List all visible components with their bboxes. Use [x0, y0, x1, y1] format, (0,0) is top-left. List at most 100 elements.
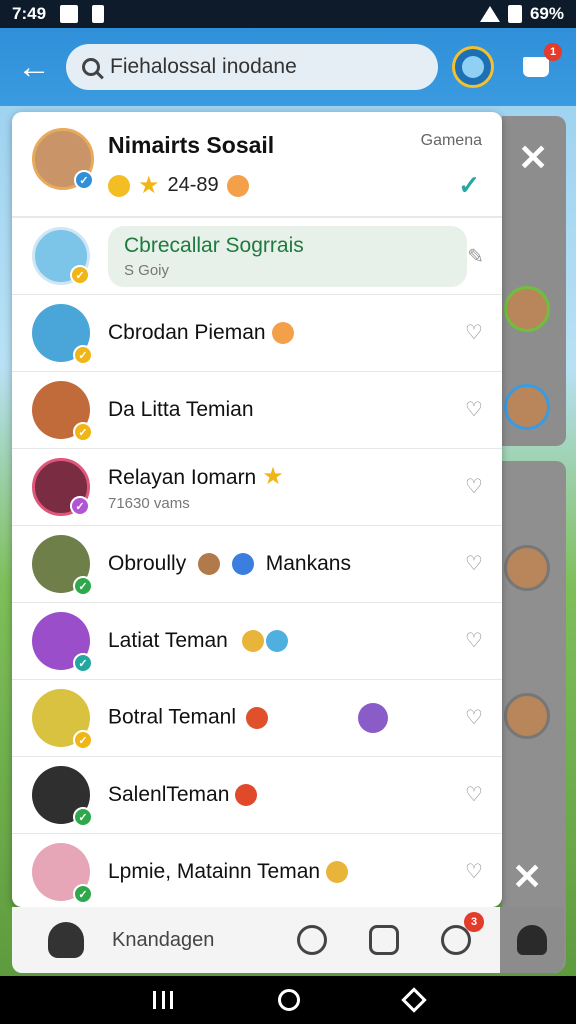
emoji-icon — [241, 630, 264, 653]
highlighted-entry[interactable]: Cbrecallar Sogrrais S Goiy — [108, 225, 468, 287]
friend-name: Relayan Iomarn ★ — [108, 463, 284, 490]
list-item[interactable]: ✓ Botral Temanl ♡ — [12, 680, 502, 757]
avatar[interactable]: ✓ — [32, 304, 93, 365]
recents-icon[interactable] — [152, 991, 173, 1009]
friend-name: Botral Temanl — [108, 703, 464, 733]
app-bar: ← 1 — [0, 28, 576, 106]
emoji-icon — [358, 703, 389, 733]
close-icon[interactable]: ✕ — [512, 859, 542, 895]
search-bar[interactable] — [66, 44, 438, 90]
home-icon[interactable] — [38, 912, 94, 968]
avatar[interactable]: ✓ — [32, 535, 93, 596]
search-input[interactable] — [110, 55, 410, 79]
friends-card: ✓ Nimairts Sosail ★ 24-89 Gamena ✓ ✓ Cbr… — [12, 112, 502, 907]
star-icon: ★ — [262, 463, 284, 490]
emoji-icon — [271, 322, 294, 345]
friend-name: Latiat Teman — [108, 629, 464, 653]
side-panel-bottom: ✕ — [502, 461, 566, 971]
heart-icon[interactable]: ♡ — [464, 631, 484, 651]
games-link[interactable]: Gamena — [421, 132, 482, 150]
list-item[interactable]: ✓ SalenlTeman ♡ — [12, 757, 502, 834]
chat-icon[interactable] — [290, 918, 334, 962]
notification-badge: 3 — [464, 912, 484, 932]
profile-icon[interactable] — [452, 46, 494, 88]
heart-icon[interactable]: ♡ — [464, 708, 484, 728]
friend-name: Da Litta Temian — [108, 398, 254, 421]
stats-value: 24-89 — [167, 174, 219, 196]
page-title: Nimairts Sosail — [108, 132, 275, 158]
notification-icon — [60, 5, 79, 23]
verified-icon: ✓ — [73, 807, 93, 827]
friend-name: Cbrecallar Sogrrais — [124, 233, 304, 257]
list-item[interactable]: ✓ Obroully Mankans ♡ — [12, 526, 502, 603]
verified-icon: ✓ — [70, 496, 90, 516]
emoji-icon — [235, 784, 258, 807]
heart-icon[interactable]: ♡ — [464, 785, 484, 805]
friend-subtitle: S Goiy — [124, 261, 170, 279]
system-nav — [0, 976, 576, 1024]
list-item[interactable]: ✓ Relayan Iomarn ★ 71630 vams ♡ — [12, 449, 502, 526]
list-item[interactable]: ✓ Lpmie, Matainn Teman ♡ — [12, 834, 502, 907]
status-time: 7:49 — [12, 4, 47, 23]
avatar[interactable]: ✓ — [32, 766, 93, 827]
cart-icon[interactable]: 1 — [516, 43, 562, 87]
avatar[interactable]: ✓ — [32, 612, 93, 673]
heart-icon[interactable]: ♡ — [464, 323, 484, 343]
verified-icon: ✓ — [73, 345, 93, 365]
verified-icon: ✓ — [73, 653, 93, 673]
verified-icon: ✓ — [73, 422, 93, 442]
bottom-nav: Knandagen 3 — [12, 907, 564, 973]
back-diamond-icon[interactable] — [401, 987, 428, 1013]
avatar[interactable]: ✓ — [32, 128, 94, 190]
emoji-icon — [265, 630, 288, 653]
compass-icon[interactable]: 3 — [434, 912, 484, 962]
side-avatar[interactable] — [504, 384, 550, 430]
friend-subtitle: 71630 vams — [108, 495, 190, 512]
avatar[interactable]: ✓ — [32, 458, 90, 516]
app-notification-icon — [92, 5, 105, 23]
star-icon: ★ — [138, 172, 160, 199]
verified-icon: ✓ — [73, 730, 93, 750]
avatar[interactable]: ✓ — [32, 689, 93, 750]
battery-level: 69% — [529, 4, 564, 23]
home-circle-icon[interactable] — [277, 989, 300, 1011]
side-avatar[interactable] — [504, 693, 550, 739]
nav-label[interactable]: Knandagen — [112, 929, 262, 952]
emoji-icon — [198, 553, 221, 576]
heart-icon[interactable]: ♡ — [464, 554, 484, 574]
side-panel-top: ✕ — [502, 116, 566, 446]
emoji-icon — [226, 174, 249, 197]
verified-icon: ✓ — [74, 170, 94, 190]
calendar-icon[interactable] — [362, 918, 406, 962]
search-icon — [82, 58, 100, 76]
close-icon[interactable]: ✕ — [518, 140, 548, 176]
list-item[interactable]: ✓ Cbrecallar Sogrrais S Goiy ✎ — [12, 218, 502, 295]
emoji-icon — [246, 707, 269, 729]
emoji-icon — [231, 553, 254, 576]
heart-icon[interactable]: ♡ — [464, 477, 484, 497]
heart-icon[interactable]: ♡ — [464, 400, 484, 420]
verified-icon: ✓ — [70, 265, 90, 285]
avatar[interactable]: ✓ — [32, 381, 93, 442]
pencil-icon[interactable]: ✎ — [467, 244, 484, 269]
friend-name: SalenlTeman — [108, 783, 464, 807]
list-item[interactable]: ✓ Cbrodan Pieman ♡ — [12, 295, 502, 372]
list-item[interactable]: ✓ Da Litta Temian ♡ — [12, 372, 502, 449]
avatar[interactable]: ✓ — [32, 227, 90, 285]
friend-name: Lpmie, Matainn Teman — [108, 860, 464, 884]
list-item[interactable]: ✓ Latiat Teman ♡ — [12, 603, 502, 680]
side-avatar[interactable] — [504, 286, 550, 332]
coin-icon — [108, 174, 130, 197]
heart-icon[interactable]: ♡ — [464, 862, 484, 882]
card-header: ✓ Nimairts Sosail ★ 24-89 Gamena ✓ — [12, 112, 502, 218]
back-arrow-icon[interactable]: ← — [14, 47, 54, 87]
friend-name: Cbrodan Pieman — [108, 321, 464, 345]
status-bar: 7:49 69% — [0, 0, 576, 28]
avatar[interactable]: ✓ — [32, 843, 93, 904]
emoji-icon — [326, 861, 349, 884]
user-icon[interactable] — [500, 907, 564, 973]
signal-icon — [507, 5, 522, 23]
check-icon[interactable]: ✓ — [458, 170, 480, 201]
friend-name: Obroully Mankans — [108, 552, 351, 576]
side-avatar[interactable] — [504, 545, 550, 591]
